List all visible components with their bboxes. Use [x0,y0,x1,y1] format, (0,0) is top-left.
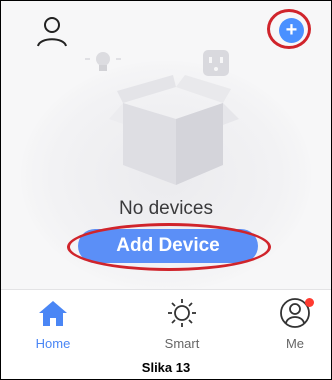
screenshot-frame: + No devices Add Device Home Smart Me Sl… [0,0,332,380]
empty-state-message: No devices [119,198,213,219]
socket-icon [203,50,229,76]
tab-smart[interactable]: Smart [147,296,217,354]
figure-caption: Slika 13 [141,360,191,375]
empty-box-illustration [81,45,261,195]
tab-me[interactable]: Me [260,296,330,354]
highlight-ring [267,9,311,49]
bulb-icon [85,52,121,71]
tab-label: Smart [164,336,200,351]
tab-label: Me [285,336,305,351]
sun-icon [165,296,199,330]
home-screen: + No devices Add Device [1,1,331,289]
tab-label: Home [35,336,71,351]
bottom-tab-bar: Home Smart Me [1,290,331,358]
home-icon [36,296,70,330]
notification-dot [305,298,314,307]
profile-icon[interactable] [35,15,69,49]
highlight-ring [67,223,271,271]
tab-home[interactable]: Home [18,296,88,354]
